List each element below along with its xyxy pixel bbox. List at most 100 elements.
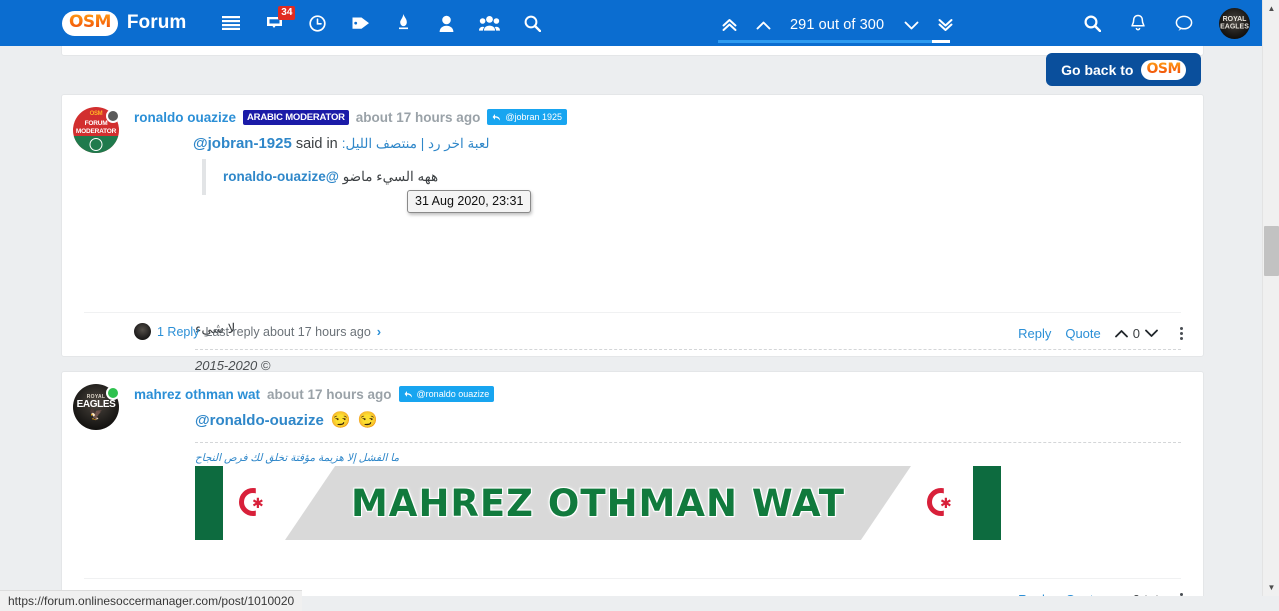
pagination-counter[interactable]: 291 out of 300 xyxy=(780,17,894,33)
osm-logo-text: OSM xyxy=(1146,61,1181,77)
reply-count-label[interactable]: 1 Reply xyxy=(157,325,199,339)
signature-banner-image: ✱ ✱ MAHREZ OTHMAN WAT xyxy=(195,466,1001,540)
group-icon[interactable] xyxy=(478,11,500,35)
post-header: mahrez othman wat about 17 hours ago @ro… xyxy=(134,386,495,402)
replies-summary[interactable]: 1 Reply Last reply about 17 hours ago › xyxy=(134,323,381,340)
avatar[interactable]: OSM FORUM MODERATOR xyxy=(73,107,120,153)
post-body-text: @ronaldo-ouazize 😏 😏 xyxy=(195,412,378,429)
navbar-right-group: ROYAL EAGLES xyxy=(1081,0,1250,46)
status-badge[interactable]: ARABIC MODERATOR xyxy=(243,109,349,125)
osm-logo: OSM xyxy=(1141,59,1186,80)
last-reply-label: Last reply about 17 hours ago xyxy=(205,324,371,339)
navbar-icon-group: 34 xyxy=(220,6,543,35)
quote-said-label: said in xyxy=(295,135,338,152)
status-bar-url: https://forum.onlinesoccermanager.com/po… xyxy=(8,594,295,608)
chat-icon[interactable] xyxy=(1173,11,1195,35)
blockquote-body: ههه السيء ماضو xyxy=(342,169,439,184)
post-actions: Reply Quote 0 xyxy=(1018,592,1183,596)
timestamp-tooltip: 31 Aug 2020, 23:31 xyxy=(407,190,532,213)
previous-post-card-partial xyxy=(61,46,1204,56)
post-card: OSM FORUM MODERATOR ronaldo ouazize ARAB… xyxy=(61,94,1204,373)
search-icon[interactable] xyxy=(521,11,543,35)
inbox-badge-count: 34 xyxy=(278,6,296,20)
next-post-button[interactable] xyxy=(894,20,928,31)
forum-brand-label: Forum xyxy=(126,12,187,33)
blockquote-mention[interactable]: @ronaldo-ouazize xyxy=(223,169,339,184)
scroll-down-icon[interactable]: ▼ xyxy=(1263,579,1279,596)
banner-title-text: MAHREZ OTHMAN WAT xyxy=(350,481,845,525)
post-author-name[interactable]: ronaldo ouazize xyxy=(134,110,236,125)
upvote-icon[interactable] xyxy=(1115,595,1128,596)
go-back-label: Go back to xyxy=(1061,61,1134,78)
status-indicator-online xyxy=(106,386,120,400)
quote-button[interactable]: Quote xyxy=(1065,326,1100,341)
algerian-flag-icon: ✱ xyxy=(911,466,973,540)
flame-icon[interactable] xyxy=(392,11,414,35)
footer-divider xyxy=(84,578,1181,579)
user-icon[interactable] xyxy=(435,11,457,35)
osm-logo[interactable]: OSM xyxy=(62,10,118,36)
vote-control: 0 xyxy=(1114,326,1158,341)
footer-divider xyxy=(84,312,1181,313)
browser-page: OSM Forum 34 291 out of 300 ROYAL EAGLES… xyxy=(0,0,1279,611)
vertical-scrollbar[interactable]: ▲ ▼ xyxy=(1262,0,1279,596)
clock-icon[interactable] xyxy=(306,11,328,35)
post-pagination: 291 out of 300 xyxy=(712,13,962,37)
menu-icon[interactable] xyxy=(220,11,242,35)
reply-to-label: @jobran 1925 xyxy=(505,112,562,122)
go-back-to-osm-button[interactable]: Go back to OSM xyxy=(1046,53,1201,86)
blockquote-text: ههه السيء ماضو @ronaldo-ouazize xyxy=(223,169,438,185)
post-card: ROYAL EAGLES 🦅 mahrez othman wat about 1… xyxy=(61,371,1204,596)
scrollbar-thumb[interactable] xyxy=(1264,226,1279,276)
reply-to-label: @ronaldo ouazize xyxy=(416,389,490,399)
quoted-author[interactable]: @jobran-1925 xyxy=(193,135,292,152)
forum-content: Go back to OSM OSM FORUM MODERATOR ronal… xyxy=(0,46,1262,596)
more-options-icon[interactable] xyxy=(1180,327,1183,340)
quote-attribution: @jobran-1925 said in لعبة اخر رد | منتصف… xyxy=(193,135,489,152)
quoted-topic-link[interactable]: لعبة اخر رد | منتصف الليل: xyxy=(342,136,490,152)
post-author-name[interactable]: mahrez othman wat xyxy=(134,387,260,402)
first-post-button[interactable] xyxy=(712,18,746,32)
status-indicator-away xyxy=(106,109,120,123)
pagination-progress-bar[interactable] xyxy=(718,40,950,43)
avatar-emblem xyxy=(89,138,103,151)
bell-icon[interactable] xyxy=(1127,11,1149,35)
inbox-icon[interactable]: 34 xyxy=(263,6,296,35)
browser-status-bar: https://forum.onlinesoccermanager.com/po… xyxy=(0,590,303,611)
blockquote: ههه السيء ماضو @ronaldo-ouazize xyxy=(202,159,438,195)
post-signature: ما الفشل إلا هزيمة مؤقتة تخلق لك فرص الن… xyxy=(195,452,400,464)
reply-to-badge[interactable]: @jobran 1925 xyxy=(487,109,567,125)
scroll-up-icon[interactable]: ▲ xyxy=(1263,0,1279,17)
vote-control: 0 xyxy=(1115,592,1158,596)
post-timestamp[interactable]: about 17 hours ago xyxy=(356,110,481,125)
signature-divider xyxy=(195,349,1181,350)
downvote-icon[interactable] xyxy=(1145,595,1158,596)
post-actions: Reply Quote 0 xyxy=(1018,326,1183,341)
osm-logo-text: OSM xyxy=(69,12,111,32)
avatar-label: ROYAL EAGLES xyxy=(1220,15,1249,31)
signature-divider xyxy=(195,442,1181,443)
post-timestamp[interactable]: about 17 hours ago xyxy=(267,387,392,402)
post-header: ronaldo ouazize ARABIC MODERATOR about 1… xyxy=(134,109,567,125)
previous-post-button[interactable] xyxy=(746,20,780,31)
reply-arrow-icon xyxy=(404,390,412,397)
chevron-right-icon[interactable]: › xyxy=(377,324,381,339)
downvote-icon[interactable] xyxy=(1145,329,1158,338)
more-options-icon[interactable] xyxy=(1180,593,1183,596)
upvote-icon[interactable] xyxy=(1114,329,1128,338)
algerian-flag-icon: ✱ xyxy=(223,466,285,540)
reply-to-badge[interactable]: @ronaldo ouazize xyxy=(398,386,495,402)
search-icon[interactable] xyxy=(1081,11,1103,35)
avatar[interactable]: ROYAL EAGLES 🦅 xyxy=(73,384,120,430)
eagle-icon: 🦅 xyxy=(89,409,103,421)
smirk-emoji-icon: 😏 xyxy=(357,411,378,429)
reply-button[interactable]: Reply xyxy=(1018,326,1051,341)
mention-link[interactable]: @ronaldo-ouazize xyxy=(195,412,324,429)
tag-icon[interactable] xyxy=(349,11,371,35)
reply-button[interactable]: Reply xyxy=(1018,592,1051,596)
vote-count: 0 xyxy=(1132,326,1140,341)
last-post-button[interactable] xyxy=(928,18,962,32)
user-avatar[interactable]: ROYAL EAGLES xyxy=(1219,7,1250,39)
replier-avatar xyxy=(134,323,151,340)
quote-button[interactable]: Quote xyxy=(1065,592,1100,596)
